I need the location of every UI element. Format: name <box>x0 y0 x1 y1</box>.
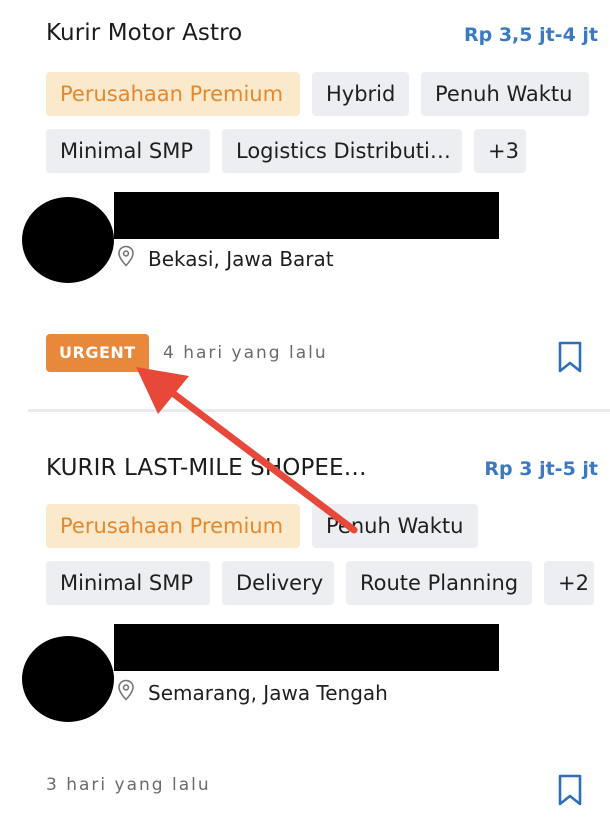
tag-employment-type: Penuh Waktu <box>421 72 589 116</box>
bookmark-icon[interactable] <box>557 341 583 373</box>
tag-more-count[interactable]: +3 <box>474 129 526 173</box>
tag-industry: Logistics Distributi… <box>222 129 462 173</box>
tag-employment-type: Penuh Waktu <box>312 504 478 548</box>
job-card[interactable]: Kurir Motor Astro Rp 3,5 jt-4 jt Perusah… <box>0 0 610 410</box>
job-location: Semarang, Jawa Tengah <box>114 678 388 707</box>
salary-range: Rp 3 jt-5 jt <box>484 458 598 480</box>
job-location: Bekasi, Jawa Barat <box>114 244 334 273</box>
location-pin-icon <box>114 678 148 707</box>
tag-work-mode: Hybrid <box>312 72 409 116</box>
tag-more-count[interactable]: +2 <box>544 561 594 605</box>
job-title[interactable]: Kurir Motor Astro <box>46 20 242 46</box>
company-name-redacted <box>114 624 499 671</box>
tag-education: Minimal SMP <box>46 561 210 605</box>
posted-time: 3 hari yang lalu <box>46 775 211 795</box>
tag-premium-company: Perusahaan Premium <box>46 72 300 116</box>
tag-skill: Delivery <box>222 561 334 605</box>
salary-range: Rp 3,5 jt-4 jt <box>463 24 598 46</box>
bookmark-icon[interactable] <box>557 774 583 806</box>
job-card[interactable]: KURIR LAST-MILE SHOPEE… Rp 3 jt-5 jt Per… <box>0 412 610 830</box>
tag-skill: Route Planning <box>346 561 532 605</box>
company-logo-redacted <box>22 197 114 283</box>
location-text: Semarang, Jawa Tengah <box>148 680 388 705</box>
posted-time: 4 hari yang lalu <box>163 343 328 363</box>
company-name-redacted <box>114 192 499 239</box>
urgent-badge: URGENT <box>46 334 149 372</box>
job-title[interactable]: KURIR LAST-MILE SHOPEE… <box>46 455 367 481</box>
location-pin-icon <box>114 244 148 273</box>
tag-premium-company: Perusahaan Premium <box>46 504 300 548</box>
location-text: Bekasi, Jawa Barat <box>148 246 334 271</box>
company-logo-redacted <box>22 636 114 722</box>
tag-education: Minimal SMP <box>46 129 210 173</box>
